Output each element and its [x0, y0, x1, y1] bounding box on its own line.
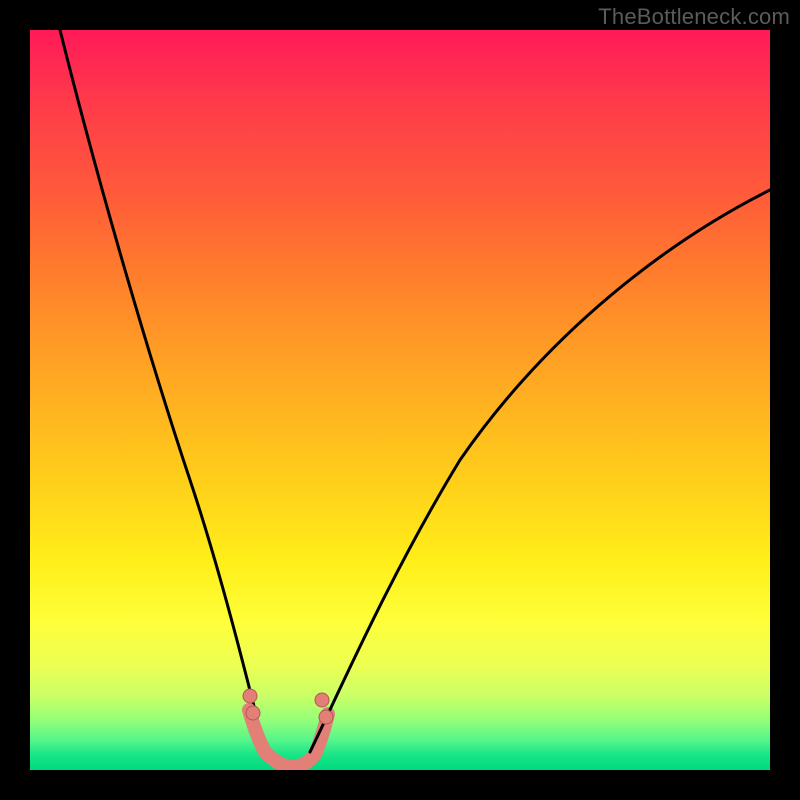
- marker-dot: [246, 706, 260, 720]
- watermark-text: TheBottleneck.com: [598, 4, 790, 30]
- curve-layer: [30, 30, 770, 770]
- plot-area: [30, 30, 770, 770]
- chart-frame: TheBottleneck.com: [0, 0, 800, 800]
- marker-dot: [315, 693, 329, 707]
- marker-group: [243, 689, 333, 724]
- curve-right-branch: [310, 190, 770, 752]
- curve-left-branch: [60, 30, 265, 750]
- marker-dot: [319, 710, 333, 724]
- marker-dot: [243, 689, 257, 703]
